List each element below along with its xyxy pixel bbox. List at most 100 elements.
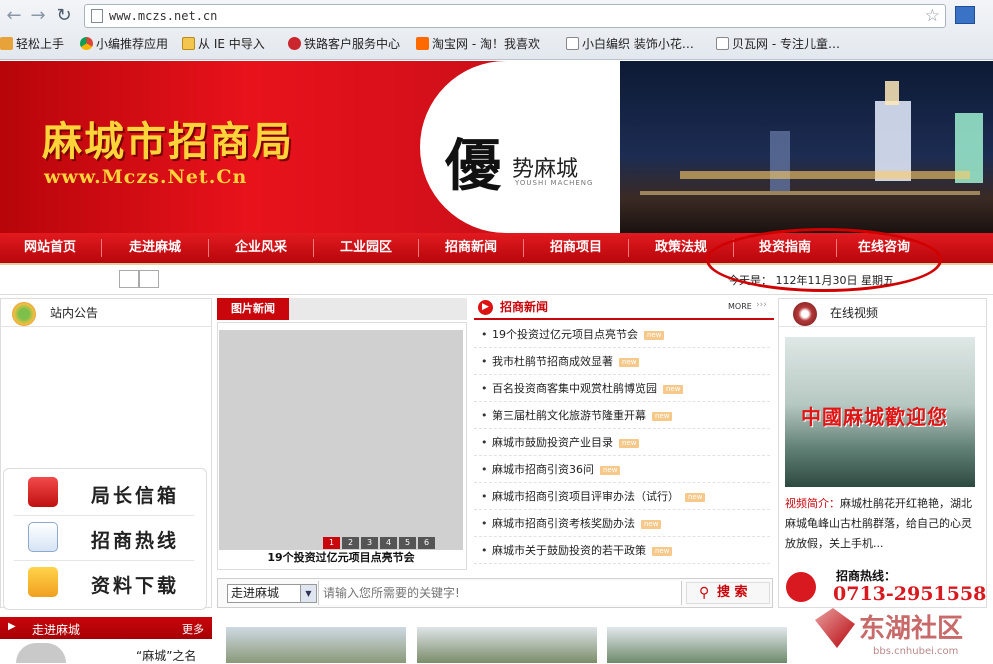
- photo-news-image[interactable]: [219, 330, 463, 550]
- list-item[interactable]: 麻城市招商引资考核奖励办法new: [474, 510, 770, 537]
- mailbox-icon: [28, 477, 58, 507]
- new-badge: new: [619, 439, 640, 448]
- back-icon[interactable]: ←: [4, 6, 24, 26]
- watermark-logo-icon: [815, 608, 855, 648]
- invest-news-list: 19个投资过亿元项目点亮节会new 我市杜鹃节招商成效显著new 百名投资商客集…: [474, 321, 774, 571]
- banner-calligraphy: 優: [445, 133, 501, 199]
- page-icon: [91, 9, 103, 23]
- list-item[interactable]: 麻城市关于鼓励投资的若干政策new: [474, 537, 770, 564]
- next-square-button[interactable]: [139, 270, 159, 288]
- director-mailbox-link[interactable]: 局长信箱: [3, 471, 205, 515]
- folder-icon: [182, 37, 195, 50]
- about-intro-text: “麻城”之名: [136, 649, 197, 663]
- photo-news-header: 图片新闻: [217, 298, 467, 320]
- bookmark-icon: [0, 37, 13, 50]
- gallery-thumbnail[interactable]: [607, 627, 787, 663]
- new-badge: new: [685, 493, 706, 502]
- list-item[interactable]: 19个投资过亿元项目点亮节会new: [474, 321, 770, 348]
- more-link[interactable]: 更多: [182, 621, 204, 637]
- reload-icon[interactable]: ↻: [54, 6, 74, 26]
- bookmark-item[interactable]: 贝瓦网 - 专注儿童…: [716, 35, 840, 52]
- list-item[interactable]: 我市杜鹃节招商成效显著new: [474, 348, 770, 375]
- bookmark-star-icon[interactable]: ☆: [925, 6, 940, 26]
- nav-projects[interactable]: 招商项目: [525, 233, 627, 263]
- bookmark-item[interactable]: 轻松上手: [0, 35, 64, 52]
- list-item[interactable]: 麻城市招商引资36问new: [474, 456, 770, 483]
- more-link[interactable]: MORE: [728, 302, 752, 311]
- nav-invest-news[interactable]: 招商新闻: [420, 233, 522, 263]
- taobao-icon: [416, 37, 429, 50]
- new-badge: new: [663, 385, 684, 394]
- hotline-number: 0713-2951558: [833, 583, 987, 605]
- gallery-thumbnail[interactable]: [226, 627, 406, 663]
- chevron-down-icon: ▼: [300, 585, 316, 602]
- new-badge: new: [652, 547, 673, 556]
- page-icon: [716, 37, 729, 50]
- new-badge: new: [600, 466, 621, 475]
- nav-enterprises[interactable]: 企业风采: [210, 233, 312, 263]
- search-bar: 走进麻城 ▼ ⚲ 搜 索: [217, 578, 773, 608]
- video-player[interactable]: 中國麻城歡迎您: [785, 337, 975, 487]
- address-bar[interactable]: www.mczs.net.cn ☆: [84, 4, 946, 28]
- url-text[interactable]: www.mczs.net.cn: [109, 9, 217, 23]
- bookmarks-bar: 轻松上手 小编推荐应用 从 IE 中导入 铁路客户服务中心 淘宝网 - 淘！我喜…: [0, 32, 993, 56]
- about-thumbnail: [16, 643, 66, 663]
- calendar-icon: [28, 522, 58, 552]
- new-badge: new: [644, 331, 665, 340]
- film-reel-icon: [793, 302, 817, 326]
- play-icon: ▶: [478, 300, 493, 315]
- list-item[interactable]: 第三届杜鹃文化旅游节隆重开幕new: [474, 402, 770, 429]
- site-banner: 麻城市招商局 優 势麻城 YOUSHI MACHENG: [0, 61, 993, 233]
- search-icon: ⚲: [699, 585, 710, 601]
- list-item[interactable]: 百名投资商客集中观赏杜鹃博览园new: [474, 375, 770, 402]
- more-arrow-icon: ›››: [756, 300, 767, 310]
- pager-6[interactable]: 6: [418, 537, 435, 549]
- new-badge: new: [652, 412, 673, 421]
- about-section-header: ▶ 走进麻城 更多: [0, 617, 212, 639]
- bookmark-item[interactable]: 小白编织 装饰小花…: [566, 35, 694, 52]
- video-caption: 中國麻城歡迎您: [801, 405, 948, 429]
- notice-icon: [12, 302, 36, 326]
- photo-news-caption[interactable]: 19个投资过亿元项目点亮节会: [219, 549, 463, 565]
- nav-home[interactable]: 网站首页: [0, 233, 100, 263]
- page-icon: [566, 37, 579, 50]
- gallery-thumbnail[interactable]: [417, 627, 597, 663]
- city-night-image: [620, 61, 993, 233]
- bookmark-item[interactable]: 小编推荐应用: [80, 35, 168, 52]
- pager-3[interactable]: 3: [361, 537, 378, 549]
- list-item[interactable]: 麻城市招商引资项目评审办法（试行）new: [474, 483, 770, 510]
- search-button[interactable]: ⚲ 搜 索: [686, 582, 770, 604]
- invest-news-header: ▶ 招商新闻 MORE ›››: [474, 298, 774, 320]
- pager-5[interactable]: 5: [399, 537, 416, 549]
- download-link[interactable]: 资料下载: [3, 561, 205, 605]
- notice-title: 站内公告: [50, 306, 99, 320]
- bookmark-item[interactable]: 铁路客户服务中心: [288, 35, 400, 52]
- forward-icon[interactable]: →: [28, 6, 48, 26]
- search-input[interactable]: [318, 581, 682, 605]
- banner-slogan-en: YOUSHI MACHENG: [515, 179, 594, 187]
- red-annotation-circle: [706, 228, 942, 292]
- forum-watermark: 东湖社区 bbs.cnhubei.com: [815, 606, 993, 663]
- browser-chrome: ← → ↻ www.mczs.net.cn ☆ 轻松上手 小编推荐应用 从 IE…: [0, 0, 993, 60]
- list-item[interactable]: 麻城市鼓励投资产业目录new: [474, 429, 770, 456]
- rail-icon: [288, 37, 301, 50]
- new-badge: new: [619, 358, 640, 367]
- site-domain: www.Mczs.Net.Cn: [44, 166, 248, 188]
- search-category-select[interactable]: 走进麻城 ▼: [227, 584, 317, 603]
- pager-4[interactable]: 4: [380, 537, 397, 549]
- prev-square-button[interactable]: [119, 270, 139, 288]
- pager-2[interactable]: 2: [342, 537, 359, 549]
- arrow-icon: ▶: [8, 621, 16, 632]
- chrome-icon: [80, 37, 93, 50]
- video-title: 在线视频: [830, 306, 879, 320]
- pager-1[interactable]: 1: [323, 537, 340, 549]
- window-icon[interactable]: [955, 6, 975, 24]
- bookmark-item[interactable]: 淘宝网 - 淘！我喜欢: [416, 35, 540, 52]
- download-icon: [28, 567, 58, 597]
- invest-hotline-link[interactable]: 招商热线: [3, 516, 205, 560]
- phone-icon: [786, 572, 816, 602]
- hotline-label: 招商热线：: [836, 569, 897, 583]
- nav-industrial-park[interactable]: 工业园区: [315, 233, 417, 263]
- nav-about-macheng[interactable]: 走进麻城: [103, 233, 207, 263]
- bookmark-item[interactable]: 从 IE 中导入: [182, 35, 265, 52]
